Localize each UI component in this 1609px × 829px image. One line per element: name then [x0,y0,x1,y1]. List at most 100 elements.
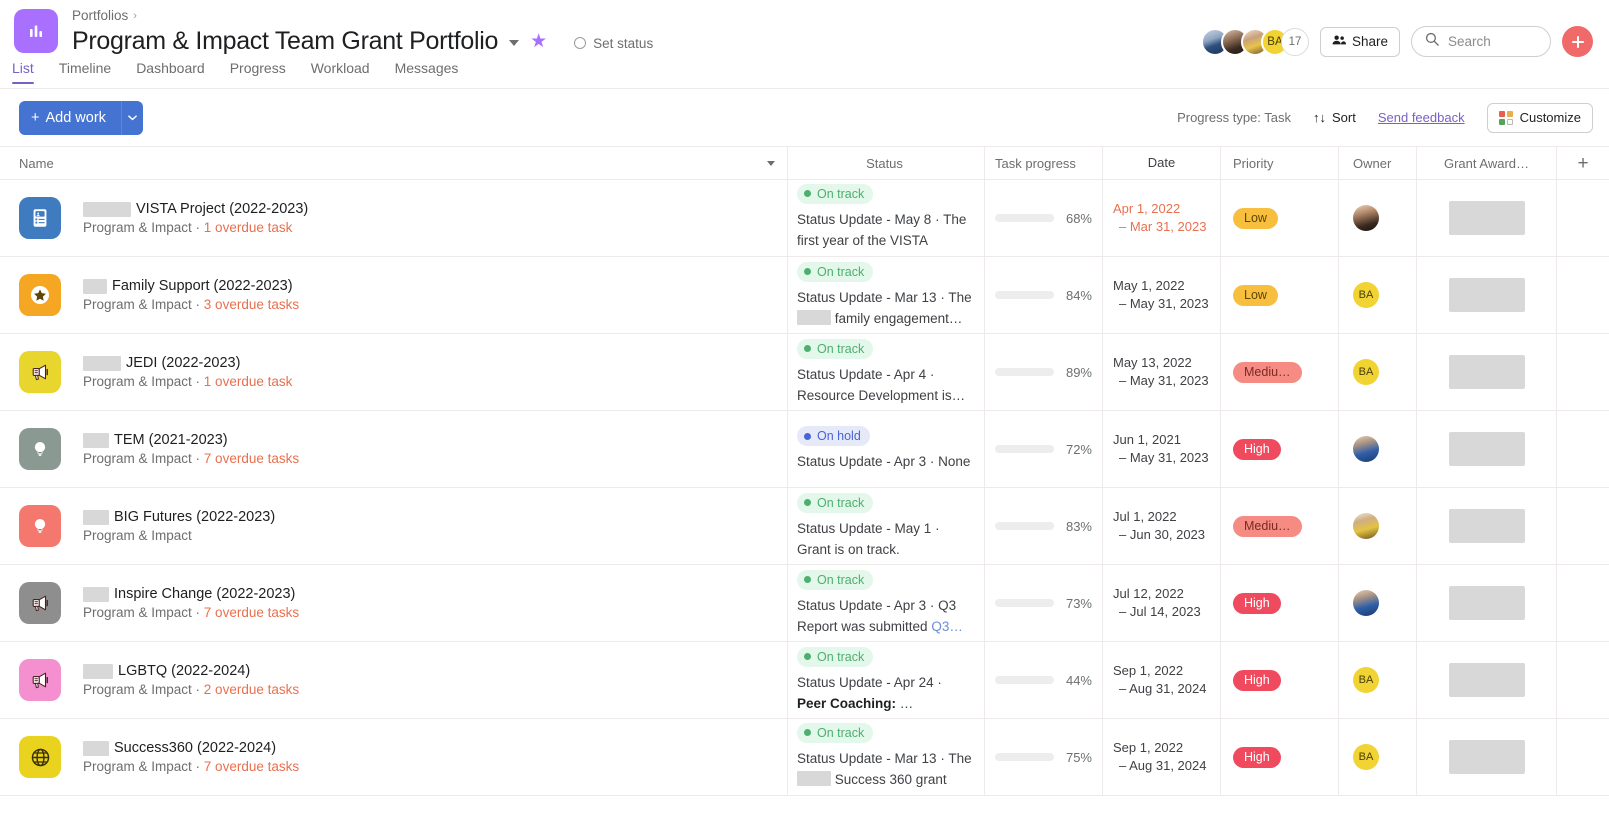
add-work-button[interactable]: + Add work [19,100,121,135]
column-header-grant-award[interactable]: Grant Award… [1417,146,1557,180]
customize-button[interactable]: Customize [1486,102,1593,133]
progress-type-label[interactable]: Progress type: Task [1177,110,1291,125]
table-row[interactable]: VISTA Project (2022-2023) Program & Impa… [0,180,1609,257]
row-grant-award-cell[interactable] [1417,257,1557,333]
row-task-progress-cell[interactable]: 83% [985,488,1103,564]
row-task-progress-cell[interactable]: 73% [985,565,1103,641]
column-header-status[interactable]: Status [788,146,985,180]
row-name-cell[interactable]: TEM (2021-2023) Program & Impact · 7 ove… [0,411,788,487]
project-name[interactable]: BIG Futures (2022-2023) [83,507,275,527]
row-task-progress-cell[interactable]: 75% [985,719,1103,795]
row-owner-cell[interactable] [1339,180,1417,256]
priority-badge[interactable]: High [1233,746,1281,768]
row-status-cell[interactable]: On hold Status Update - Apr 3 · None [788,411,985,487]
row-grant-award-cell[interactable] [1417,488,1557,564]
row-date-cell[interactable]: Sep 1, 2022 – Aug 31, 2024 [1103,642,1221,718]
row-name-cell[interactable]: JEDI (2022-2023) Program & Impact · 1 ov… [0,334,788,410]
table-row[interactable]: JEDI (2022-2023) Program & Impact · 1 ov… [0,334,1609,411]
tab-progress[interactable]: Progress [230,60,286,83]
column-header-task-progress[interactable]: Task progress [985,146,1103,180]
tab-list[interactable]: List [12,60,34,84]
status-badge[interactable]: On track [797,722,874,743]
row-task-progress-cell[interactable]: 89% [985,334,1103,410]
row-name-cell[interactable]: BIG Futures (2022-2023) Program & Impact [0,488,788,564]
name-sort-chevron-down-icon[interactable] [767,160,775,166]
project-name[interactable]: Family Support (2022-2023) [83,276,299,296]
row-date-cell[interactable]: May 13, 2022 – May 31, 2023 [1103,334,1221,410]
owner-avatar[interactable] [1353,513,1379,539]
table-row[interactable]: TEM (2021-2023) Program & Impact · 7 ove… [0,411,1609,488]
row-grant-award-cell[interactable] [1417,642,1557,718]
row-priority-cell[interactable]: Low [1221,180,1339,256]
search-box[interactable] [1411,26,1551,57]
column-header-priority[interactable]: Priority [1221,146,1339,180]
priority-badge[interactable]: Mediu… [1233,361,1302,383]
owner-avatar-initials[interactable]: BA [1353,359,1379,385]
row-status-cell[interactable]: On track Status Update - Apr 3 · Q3 Repo… [788,565,985,641]
row-status-cell[interactable]: On track Status Update - May 8 · The fir… [788,180,985,256]
row-priority-cell[interactable]: High [1221,719,1339,795]
column-header-owner[interactable]: Owner [1339,146,1417,180]
row-status-cell[interactable]: On track Status Update - Mar 13 · The fa… [788,257,985,333]
table-row[interactable]: BIG Futures (2022-2023) Program & Impact… [0,488,1609,565]
member-avatars[interactable]: BA 17 [1200,27,1309,56]
row-grant-award-cell[interactable] [1417,719,1557,795]
row-priority-cell[interactable]: Low [1221,257,1339,333]
row-priority-cell[interactable]: Mediu… [1221,488,1339,564]
owner-avatar-initials[interactable]: BA [1353,282,1379,308]
row-task-progress-cell[interactable]: 72% [985,411,1103,487]
owner-avatar[interactable] [1353,436,1379,462]
table-row[interactable]: Success360 (2022-2024) Program & Impact … [0,719,1609,796]
status-badge[interactable]: On track [797,338,874,359]
column-header-date[interactable]: Date [1103,146,1221,180]
add-work-chevron-down-icon[interactable] [120,100,143,135]
row-owner-cell[interactable]: BA [1339,334,1417,410]
tab-timeline[interactable]: Timeline [59,60,111,83]
table-row[interactable]: Family Support (2022-2023) Program & Imp… [0,257,1609,334]
row-name-cell[interactable]: Success360 (2022-2024) Program & Impact … [0,719,788,795]
row-name-cell[interactable]: Inspire Change (2022-2023) Program & Imp… [0,565,788,641]
project-name[interactable]: JEDI (2022-2023) [83,353,292,373]
row-priority-cell[interactable]: High [1221,411,1339,487]
sort-button[interactable]: ↑↓ Sort [1313,110,1356,125]
favorite-star-icon[interactable]: ★ [530,32,547,51]
member-overflow-count[interactable]: 17 [1280,27,1309,56]
set-status-button[interactable]: Set status [574,36,653,51]
row-grant-award-cell[interactable] [1417,334,1557,410]
breadcrumb-portfolios-link[interactable]: Portfolios [72,8,128,23]
row-date-cell[interactable]: Jun 1, 2021 – May 31, 2023 [1103,411,1221,487]
row-task-progress-cell[interactable]: 84% [985,257,1103,333]
row-name-cell[interactable]: LGBTQ (2022-2024) Program & Impact · 2 o… [0,642,788,718]
row-grant-award-cell[interactable] [1417,411,1557,487]
row-status-cell[interactable]: On track Status Update - Apr 24 · Peer C… [788,642,985,718]
status-text-link[interactable]: Q3… [931,619,963,634]
row-name-cell[interactable]: VISTA Project (2022-2023) Program & Impa… [0,180,788,256]
owner-avatar[interactable] [1353,205,1379,231]
row-date-cell[interactable]: Sep 1, 2022 – Aug 31, 2024 [1103,719,1221,795]
tab-workload[interactable]: Workload [311,60,370,83]
row-priority-cell[interactable]: Mediu… [1221,334,1339,410]
row-owner-cell[interactable]: BA [1339,642,1417,718]
row-date-cell[interactable]: Apr 1, 2022 – Mar 31, 2023 [1103,180,1221,256]
row-status-cell[interactable]: On track Status Update - Apr 4 · Resourc… [788,334,985,410]
row-owner-cell[interactable] [1339,411,1417,487]
tab-dashboard[interactable]: Dashboard [136,60,205,83]
priority-badge[interactable]: Low [1233,284,1278,306]
project-name[interactable]: Inspire Change (2022-2023) [83,584,299,604]
project-name[interactable]: TEM (2021-2023) [83,430,299,450]
table-row[interactable]: LGBTQ (2022-2024) Program & Impact · 2 o… [0,642,1609,719]
project-name[interactable]: Success360 (2022-2024) [83,738,299,758]
owner-avatar[interactable] [1353,590,1379,616]
row-name-cell[interactable]: Family Support (2022-2023) Program & Imp… [0,257,788,333]
tab-messages[interactable]: Messages [395,60,459,83]
row-task-progress-cell[interactable]: 44% [985,642,1103,718]
status-badge[interactable]: On hold [797,426,870,446]
row-priority-cell[interactable]: High [1221,565,1339,641]
row-task-progress-cell[interactable]: 68% [985,180,1103,256]
project-name[interactable]: LGBTQ (2022-2024) [83,661,299,681]
status-badge[interactable]: On track [797,492,874,513]
status-badge[interactable]: On track [797,183,874,204]
row-date-cell[interactable]: May 1, 2022 – May 31, 2023 [1103,257,1221,333]
row-status-cell[interactable]: On track Status Update - May 1 · Grant i… [788,488,985,564]
owner-avatar-initials[interactable]: BA [1353,744,1379,770]
